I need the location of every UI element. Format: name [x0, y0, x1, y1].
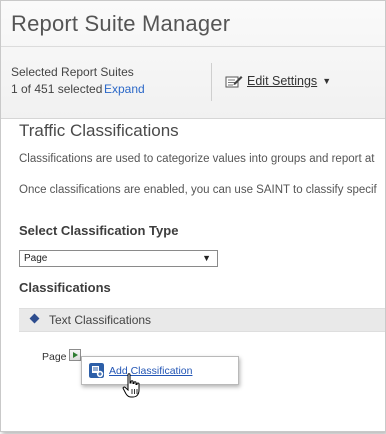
chevron-down-icon: ▼ [202, 253, 211, 263]
text-classifications-bar[interactable]: Text Classifications [19, 308, 385, 332]
section-title: Traffic Classifications [19, 121, 179, 140]
divider [1, 46, 385, 47]
select-type-heading: Select Classification Type [19, 223, 179, 238]
page-variable-label: Page [42, 351, 67, 363]
expand-link[interactable]: Expand [104, 82, 145, 96]
classification-type-value: Page [24, 253, 48, 264]
header-bar: Report Suite Manager Selected Report Sui… [1, 1, 385, 119]
classifications-heading: Classifications [19, 280, 111, 295]
chevron-down-icon: ▼ [322, 76, 332, 86]
add-icon [89, 363, 104, 378]
classification-popup-menu: Add Classification [81, 356, 239, 385]
report-suite-manager-window: Report Suite Manager Selected Report Sui… [0, 0, 386, 432]
page-menu-button[interactable] [69, 349, 81, 361]
edit-settings-menu[interactable]: Edit Settings ▼ [225, 74, 331, 88]
hand-cursor-icon [122, 373, 140, 398]
selected-count: 1 of 451 selected [11, 82, 103, 96]
play-icon [73, 352, 78, 358]
selected-suites-label: Selected Report Suites [11, 65, 134, 79]
saint-info-text: Once classifications are enabled, you ca… [19, 184, 377, 196]
edit-settings-label: Edit Settings [247, 74, 318, 88]
pencil-icon [225, 76, 243, 88]
app-title: Report Suite Manager [11, 11, 231, 36]
diamond-icon [29, 313, 40, 324]
text-classifications-label: Text Classifications [49, 313, 152, 327]
description-text: Classifications are used to categorize v… [19, 153, 375, 165]
classification-type-select[interactable]: Page ▼ [19, 250, 218, 267]
vertical-divider [211, 63, 212, 101]
